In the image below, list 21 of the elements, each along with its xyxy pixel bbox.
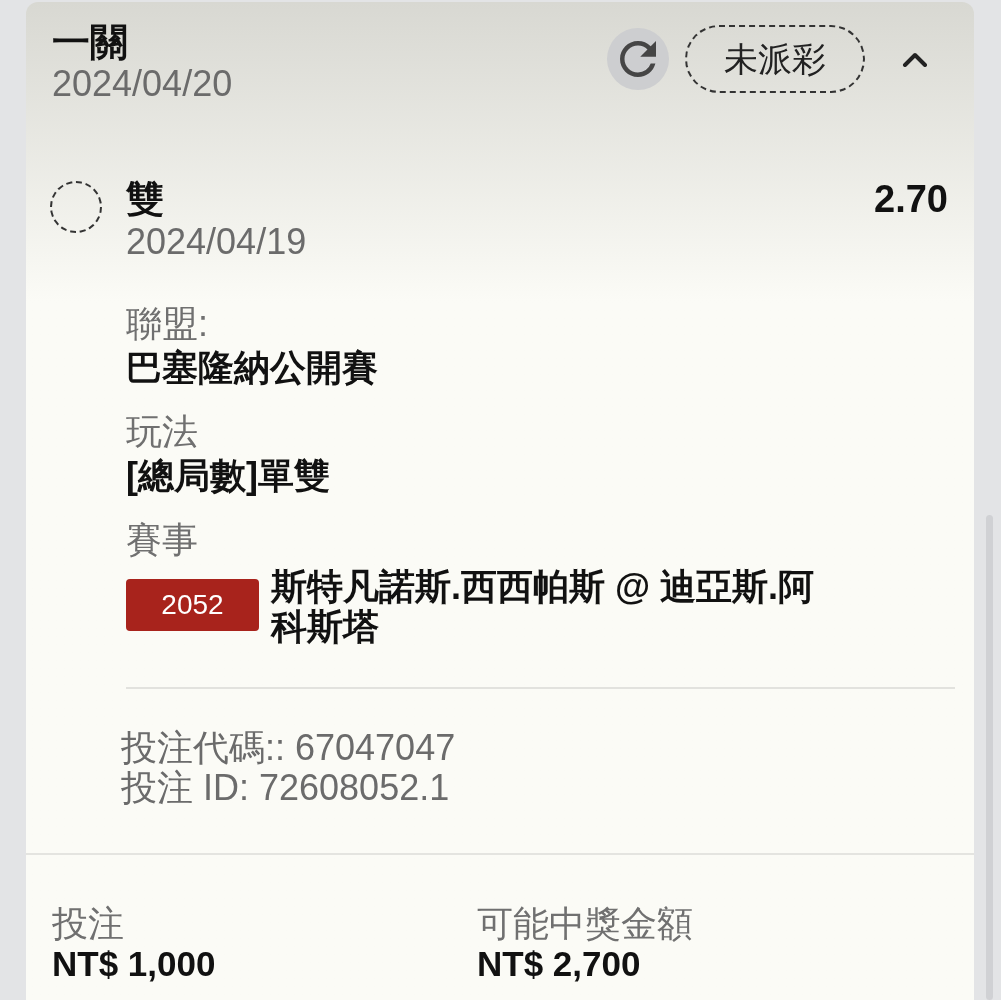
amount-value: NT$ 1,000	[52, 944, 216, 984]
field-label: 玩法	[126, 410, 198, 454]
status-badge: 未派彩	[685, 25, 865, 93]
field-label: 聯盟:	[126, 302, 208, 346]
selection-name: 雙	[126, 177, 164, 221]
bet-reference: 投注代碼:: 67047047	[121, 728, 456, 768]
amount-value: NT$ 2,700	[477, 944, 641, 984]
event-date: 2024/04/19	[126, 221, 307, 263]
field-value: [總局數]單雙	[126, 454, 330, 498]
bet-reference: 投注 ID: 72608052.1	[121, 768, 450, 808]
bet-date: 2024/04/20	[52, 64, 233, 104]
match-name: 斯特凡諾斯.西西帕斯 @ 迪亞斯.阿科斯塔	[271, 567, 816, 647]
amount-label: 投注	[52, 904, 124, 944]
amount-label: 可能中獎金額	[477, 904, 693, 944]
field-value: 巴塞隆納公開賽	[126, 346, 378, 390]
refresh-icon	[620, 41, 656, 77]
odds-value: 2.70	[874, 177, 948, 221]
collapse-icon[interactable]	[902, 51, 928, 67]
field-label: 賽事	[126, 518, 198, 562]
event-number-badge: 2052	[126, 579, 259, 631]
bet-type-title: 一關	[52, 20, 128, 64]
